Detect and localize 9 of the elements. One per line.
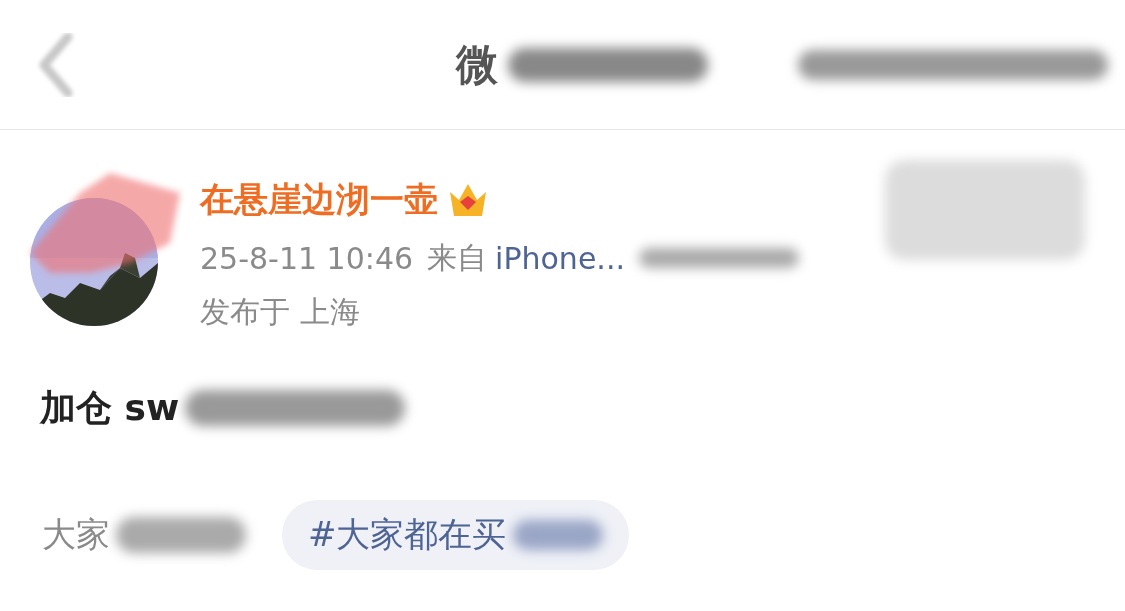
topic-tag[interactable]: #大家都在买 — [282, 500, 629, 570]
source-link[interactable]: iPhone... — [495, 240, 625, 276]
post-time: 25-8-11 10:46 — [200, 240, 414, 276]
post-text: 加仓 sw — [40, 385, 180, 430]
source-label: 来自 — [427, 238, 488, 277]
topic-label: 大家 — [42, 513, 110, 556]
page-title: 微 — [456, 38, 498, 91]
post-location: 发布于 上海 — [200, 293, 361, 331]
author-name[interactable]: 在悬崖边沏一壶 — [200, 177, 438, 223]
